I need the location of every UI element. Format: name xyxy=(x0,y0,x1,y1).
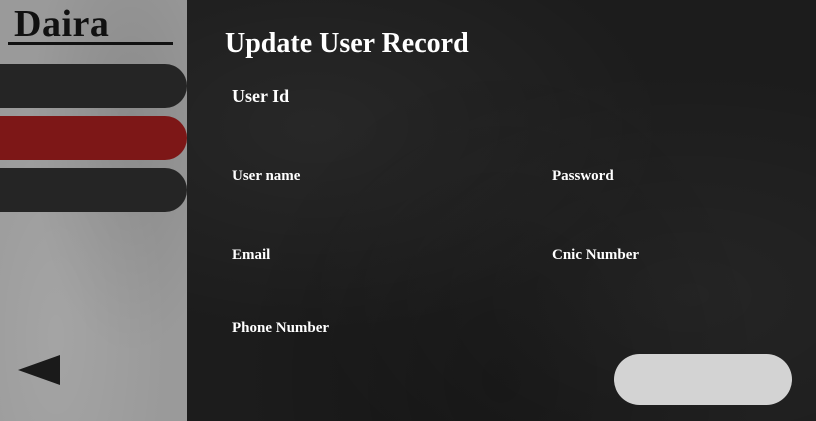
sidebar-item-1[interactable] xyxy=(0,64,187,108)
email-label: Email xyxy=(232,247,271,263)
cnic-number-label: Cnic Number xyxy=(552,247,640,263)
update-button[interactable] xyxy=(614,354,792,405)
sidebar-item-3[interactable] xyxy=(0,168,187,212)
sidebar-item-2-active[interactable] xyxy=(0,116,187,160)
brand-logo: Daira xyxy=(14,3,110,45)
sidebar: Daira xyxy=(0,0,187,421)
brand-underline xyxy=(8,42,173,45)
user-name-label: User name xyxy=(232,168,301,184)
main-panel: Update User Record User Id User name Pas… xyxy=(187,0,816,421)
page-title: Update User Record xyxy=(225,28,469,59)
phone-number-label: Phone Number xyxy=(232,320,330,336)
back-arrow-icon[interactable] xyxy=(18,355,60,385)
user-id-label: User Id xyxy=(232,86,290,106)
password-label: Password xyxy=(552,168,614,184)
